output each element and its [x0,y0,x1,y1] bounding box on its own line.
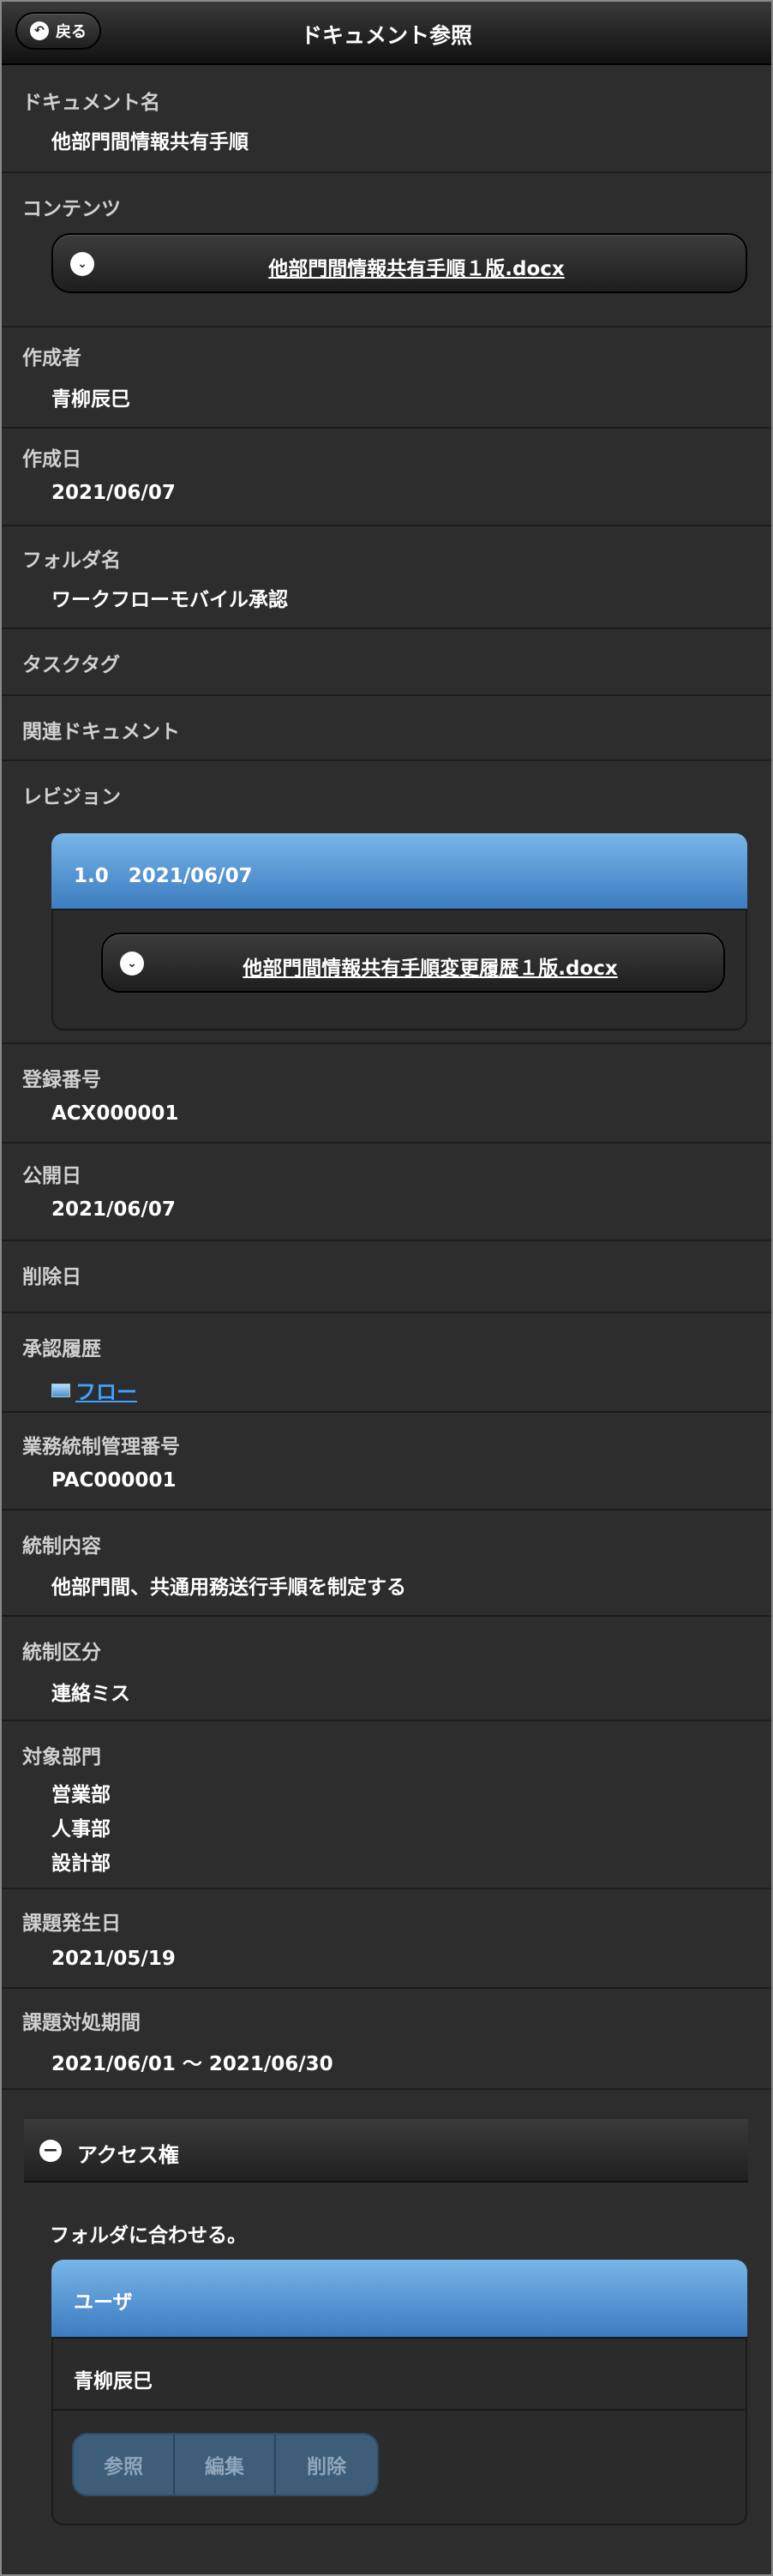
department-item: 人事部 [51,1818,111,1840]
field-created: 作成日 2021/06/07 [2,429,771,526]
field-value: 2021/05/19 [51,1948,176,1970]
field-value: 他部門間、共通用務送行手順を制定する [51,1576,406,1599]
delete-button[interactable]: 削除 [276,2435,377,2495]
department-item: 営業部 [51,1784,111,1806]
field-revision: レビジョン 1.0 2021/06/07 ⌄ 他部門間情報共有手順変更履歴１版.… [2,761,771,1044]
field-label: 登録番号 [22,1069,101,1091]
field-label: 関連ドキュメント [22,721,180,743]
field-label: 作成者 [22,347,81,369]
permission-button-group: 参照 編集 削除 [72,2433,379,2496]
field-value: 他部門間情報共有手順 [51,131,249,153]
field-issue-date: 課題発生日 2021/05/19 [2,1889,771,1989]
field-value: 2021/06/07 [51,1198,176,1221]
field-label: 公開日 [22,1165,81,1187]
field-label: レビジョン [22,786,121,808]
field-control-no: 業務統制管理番号 PAC000001 [2,1413,771,1510]
field-folder: フォルダ名 ワークフローモバイル承認 [2,526,771,629]
minus-icon: − [39,2140,62,2162]
field-value: ACX000001 [51,1102,179,1125]
field-author: 作成者 青柳辰巳 [2,327,771,429]
field-value: 連絡ミス [51,1683,130,1705]
content-file-button[interactable]: ⌄ 他部門間情報共有手順１版.docx [51,233,747,293]
field-label: 承認履歴 [22,1338,101,1360]
field-label: 削除日 [22,1266,81,1288]
field-related: 関連ドキュメント [2,696,771,761]
field-control-class: 統制区分 連絡ミス [2,1617,771,1721]
field-label: 課題対処期間 [22,2012,141,2034]
field-reg-no: 登録番号 ACX000001 [2,1044,771,1144]
revision-header[interactable]: 1.0 2021/06/07 [51,833,747,909]
field-departments: 対象部門 営業部 人事部 設計部 [2,1721,771,1889]
field-label: 統制区分 [22,1642,101,1664]
field-label: 統制内容 [22,1535,101,1558]
field-value: 2021/06/01 〜 2021/06/30 [51,2053,333,2075]
flow-icon [51,1383,70,1397]
user-name: 青柳辰巳 [74,2370,153,2393]
edit-button[interactable]: 編集 [175,2435,276,2495]
view-button[interactable]: 参照 [74,2435,175,2495]
revision-panel: ⌄ 他部門間情報共有手順変更履歴１版.docx [51,909,747,1030]
field-label: 作成日 [22,448,81,471]
field-value: PAC000001 [51,1469,177,1492]
field-deleted: 削除日 [2,1241,771,1313]
chevron-down-icon: ⌄ [120,952,144,976]
department-item: 設計部 [51,1852,111,1875]
access-title: アクセス権 [77,2143,179,2167]
field-label: 業務統制管理番号 [22,1436,180,1458]
divider [53,2409,746,2411]
header-bar: ↶ 戻る ドキュメント参照 [2,2,771,65]
revision-file-button[interactable]: ⌄ 他部門間情報共有手順変更履歴１版.docx [101,933,725,993]
content-file-link[interactable]: 他部門間情報共有手順１版.docx [105,252,728,281]
access-collapsible-header[interactable]: − アクセス権 [24,2119,748,2183]
field-approval: 承認履歴 フロー [2,1313,771,1413]
field-value: 青柳辰巳 [51,388,130,411]
revision-file-link[interactable]: 他部門間情報共有手順変更履歴１版.docx [154,952,706,981]
field-label: 課題発生日 [22,1912,121,1935]
flow-link[interactable]: フロー [51,1375,137,1405]
field-label: タスクタグ [22,654,121,676]
user-panel: 青柳辰巳 [51,2337,747,2525]
field-label: フォルダ名 [22,549,121,572]
field-issue-period: 課題対処期間 2021/06/01 〜 2021/06/30 [2,1989,771,2090]
field-control-content: 統制内容 他部門間、共通用務送行手順を制定する [2,1510,771,1617]
user-section-header: ユーザ [51,2260,747,2337]
field-label: コンテンツ [22,198,121,220]
page-title: ドキュメント参照 [300,23,472,48]
field-contents: コンテンツ ⌄ 他部門間情報共有手順１版.docx [2,173,771,327]
field-label: 対象部門 [22,1746,101,1768]
field-value: ワークフローモバイル承認 [51,589,288,611]
flow-link-text[interactable]: フロー [75,1375,137,1405]
field-document-name: ドキュメント名 他部門間情報共有手順 [2,65,771,173]
access-note: フォルダに合わせる。 [50,2225,247,2247]
field-value: 2021/06/07 [51,482,176,504]
field-published: 公開日 2021/06/07 [2,1144,771,1241]
field-task-tag: タスクタグ [2,629,771,696]
chevron-down-icon: ⌄ [70,252,94,276]
field-label: ドキュメント名 [22,92,160,114]
